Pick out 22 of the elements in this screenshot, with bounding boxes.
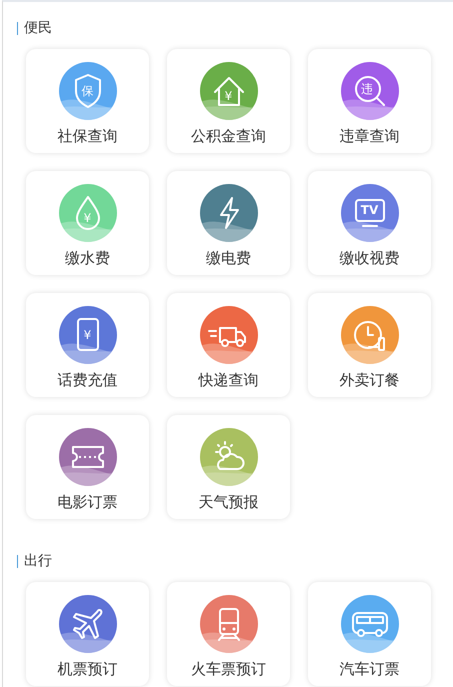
service-tile[interactable]: 机票预订 xyxy=(26,582,149,686)
section-title: 出行 xyxy=(24,552,52,570)
icon-glyph: ¥ xyxy=(84,212,92,224)
service-tile[interactable]: 外卖订餐 xyxy=(308,293,431,397)
service-tile[interactable]: 电影订票 xyxy=(26,415,149,519)
icon-glyph: TV xyxy=(360,204,378,216)
service-tile[interactable]: 天气预报 xyxy=(167,415,290,519)
service-tile[interactable]: ¥ 缴水费 xyxy=(26,171,149,275)
service-tile[interactable]: 保 社保查询 xyxy=(26,49,149,153)
icon-glyph: ¥ xyxy=(224,90,232,102)
icon-glyph: ¥ xyxy=(84,329,92,341)
service-tile[interactable]: 汽车订票 xyxy=(308,582,431,686)
icon-glyph: 保 xyxy=(82,85,94,97)
service-tile[interactable]: 火车票预订 xyxy=(167,582,290,686)
service-tile[interactable]: 违 违章查询 xyxy=(308,49,431,153)
service-tile[interactable]: TV 缴收视费 xyxy=(308,171,431,275)
section-title: 便民 xyxy=(24,19,52,37)
service-tile[interactable]: ¥ 话费充值 xyxy=(26,293,149,397)
icon-glyph: 违 xyxy=(361,82,374,95)
service-tile[interactable]: ¥ 公积金查询 xyxy=(167,49,290,153)
service-tile[interactable]: 缴电费 xyxy=(167,171,290,275)
service-tile[interactable]: 快递查询 xyxy=(167,293,290,397)
